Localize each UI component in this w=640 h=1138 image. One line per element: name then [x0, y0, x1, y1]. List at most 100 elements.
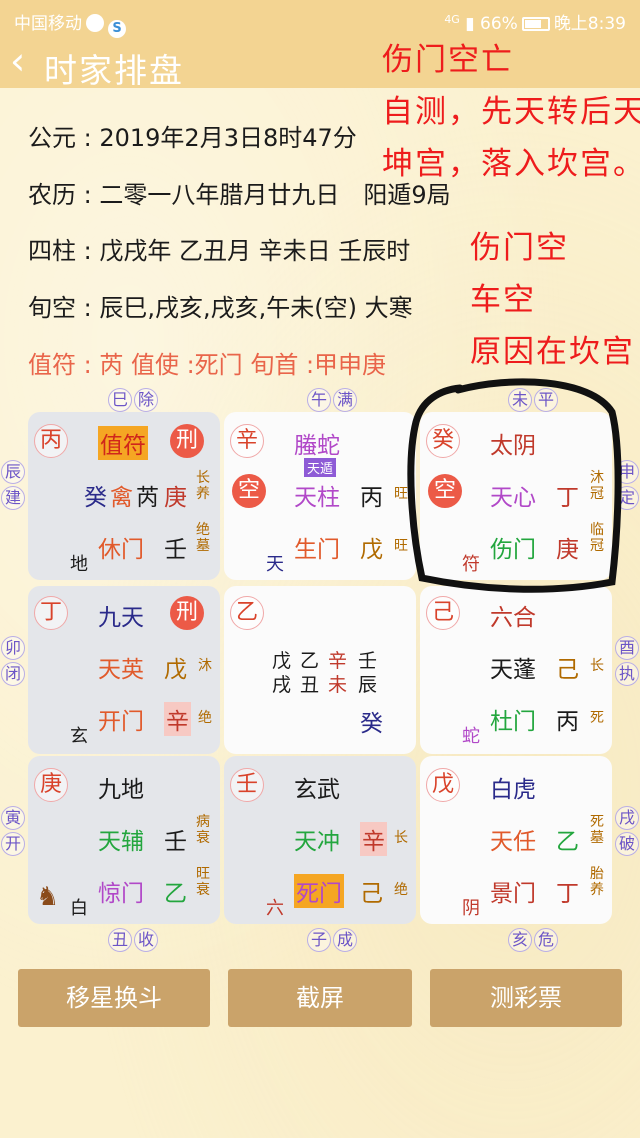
- star-left-gan: 癸: [84, 485, 107, 511]
- palace-dui[interactable]: 己 六合 天蓬 己 长 杜门 丙 死 蛇: [420, 586, 612, 754]
- border-left-2: 卯闭: [1, 636, 25, 688]
- state-top: 长养: [196, 470, 210, 502]
- star-label: 天英: [98, 657, 144, 683]
- status-right: 4G ▮ 66% 晚上8:39: [444, 9, 626, 34]
- border-top-1: 巳除: [107, 388, 159, 412]
- star-label: 天任: [490, 829, 536, 855]
- info-sizhu: 四柱 : 戊戌年 乙丑月 辛未日 壬辰时: [28, 237, 411, 265]
- border-right-2: 酉执: [615, 636, 639, 688]
- xing-badge: 刑: [170, 596, 204, 630]
- status-bar: 中国移动 S 4G ▮ 66% 晚上8:39: [0, 0, 640, 40]
- center-stem-4: 壬: [358, 650, 378, 672]
- state-bottom: 绝: [198, 710, 212, 726]
- center-stem-3: 辛: [328, 650, 348, 672]
- zodiac-label: 子: [307, 928, 331, 952]
- center-stem-2: 乙: [300, 650, 320, 672]
- info-gongyuan: 公元 : 2019年2月3日8时47分: [28, 124, 357, 152]
- annotation-4: 伤门空: [470, 230, 569, 266]
- earth-god-label: 地: [70, 554, 88, 575]
- star-stem: 戊: [164, 657, 187, 683]
- state-top: 长: [394, 830, 408, 846]
- center-branch-1: 戌: [272, 674, 292, 696]
- state-bottom: 绝: [394, 882, 408, 898]
- kong-badge: 空: [232, 474, 266, 508]
- door-label: 景门: [490, 881, 536, 907]
- officer-label: 建: [1, 486, 25, 510]
- palace-xun[interactable]: 丙 值符 刑 癸 禽 芮 庚 长养 休门 壬 绝墓 地: [28, 412, 220, 580]
- officer-label: 执: [615, 662, 639, 686]
- heaven-stem-circle: 丁: [34, 596, 68, 630]
- officer-label: 开: [1, 832, 25, 856]
- palace-li[interactable]: 辛 螣蛇 天遁 空 天柱 丙 旺 生门 戊 旺 天: [224, 412, 416, 580]
- earth-god-label: 玄: [70, 726, 88, 747]
- annotation-5: 车空: [470, 282, 536, 318]
- zodiac-label: 巳: [108, 388, 132, 412]
- palace-gen[interactable]: 庚 九地 天辅 壬 病衰 惊门 乙 旺衰 ♞ 白: [28, 756, 220, 924]
- state-bottom: 绝墓: [196, 522, 210, 554]
- door-stem: 戊: [360, 537, 383, 563]
- carrier-label: 中国移动: [14, 14, 82, 34]
- earth-god-label: 天: [266, 554, 284, 575]
- door-label: 杜门: [490, 709, 536, 735]
- star-stem: 庚: [164, 485, 187, 511]
- annotation-3: 坤宫，落入坎宫。: [382, 146, 640, 182]
- lottery-button[interactable]: 测彩票: [430, 969, 622, 1027]
- annotation-circle: [407, 378, 622, 593]
- star-rui: 芮: [136, 485, 159, 511]
- officer-label: 闭: [1, 662, 25, 686]
- palace-zhen[interactable]: 丁 九天 刑 天英 戊 沐 开门 辛 绝 玄: [28, 586, 220, 754]
- border-bottom-2: 子成: [306, 928, 358, 952]
- palace-center[interactable]: 乙 戊 乙 辛 壬 戌 丑 未 辰 癸: [224, 586, 416, 754]
- horse-icon: ♞: [36, 882, 60, 912]
- info-zhifu: 值符 : 芮 值使 :死门 旬首 :甲申庚: [28, 351, 387, 379]
- officer-label: 破: [615, 832, 639, 856]
- palace-kan[interactable]: 壬 玄武 天冲 辛 长 死门 己 绝 六: [224, 756, 416, 924]
- clock: 晚上8:39: [553, 14, 626, 34]
- heaven-stem-circle: 己: [426, 596, 460, 630]
- annotation-1: 伤门空亡: [382, 42, 514, 78]
- border-right-3: 戌破: [615, 806, 639, 858]
- zodiac-label: 丑: [108, 928, 132, 952]
- state-top: 沐: [198, 658, 212, 674]
- heaven-stem-circle: 庚: [34, 768, 68, 802]
- center-bottom-stem: 癸: [360, 711, 383, 737]
- back-chevron-icon[interactable]: ‹: [10, 42, 40, 80]
- officer-label: 收: [134, 928, 158, 952]
- door-label: 惊门: [98, 881, 144, 907]
- heaven-stem-circle: 戊: [426, 768, 460, 802]
- zodiac-label: 酉: [615, 636, 639, 660]
- deity-label: 螣蛇: [294, 433, 340, 459]
- annotation-2: 自测，先天转后天: [382, 94, 640, 130]
- signal-icon: ▮: [465, 14, 475, 34]
- star-stem: 辛: [360, 822, 387, 856]
- star-qin: 禽: [110, 485, 133, 511]
- door-stem: 丙: [556, 709, 579, 735]
- status-left: 中国移动 S: [14, 9, 126, 38]
- palace-qian[interactable]: 戊 白虎 天任 乙 死墓 景门 丁 胎养 阴: [420, 756, 612, 924]
- deity-label: 九天: [98, 605, 144, 631]
- deity-label: 白虎: [490, 777, 536, 803]
- door-stem: 辛: [164, 702, 191, 736]
- heaven-stem-circle: 丙: [34, 424, 68, 458]
- center-stem-1: 戊: [272, 650, 292, 672]
- door-stem: 己: [360, 881, 383, 907]
- zodiac-label: 辰: [1, 460, 25, 484]
- door-label: 生门: [294, 537, 340, 563]
- state-top: 长: [590, 658, 604, 674]
- door-label: 死门: [294, 874, 344, 908]
- officer-label: 成: [333, 928, 357, 952]
- screenshot-button[interactable]: 截屏: [228, 969, 412, 1027]
- door-stem: 乙: [164, 881, 187, 907]
- sync-app-icon: S: [108, 20, 126, 38]
- zodiac-label: 午: [307, 388, 331, 412]
- door-stem: 丁: [556, 881, 579, 907]
- annotation-6: 原因在坎宫: [470, 334, 635, 370]
- deity-label: 九地: [98, 777, 144, 803]
- border-bottom-1: 丑收: [107, 928, 159, 952]
- heaven-stem-circle: 壬: [230, 768, 264, 802]
- officer-label: 危: [534, 928, 558, 952]
- move-star-button[interactable]: 移星换斗: [18, 969, 210, 1027]
- zodiac-label: 戌: [615, 806, 639, 830]
- earth-god-label: 六: [266, 898, 284, 919]
- star-label: 天辅: [98, 829, 144, 855]
